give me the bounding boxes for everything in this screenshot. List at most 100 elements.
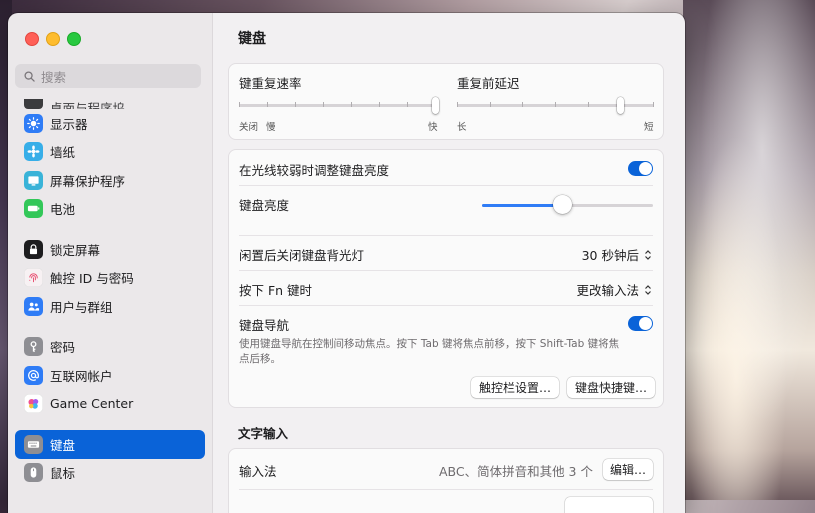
keyboard-nav-toggle[interactable] — [628, 316, 653, 331]
fn-key-value: 更改输入法 — [576, 283, 639, 298]
sidebar-item-display[interactable]: 显示器 — [15, 109, 205, 138]
sidebar-item-game-center[interactable]: Game Center — [15, 390, 205, 419]
sidebar-item-label: 墙纸 — [50, 145, 76, 161]
slider-tick — [351, 102, 352, 107]
wallpaper-icon — [24, 142, 43, 162]
sidebar-list: 桌面与程序坞 显示器 墙纸 屏幕保护程序 电池 锁定屏幕 触控 ID 与密码 用… — [15, 99, 205, 487]
input-method-edit-button[interactable]: 编辑… — [603, 459, 653, 480]
zoom-button[interactable] — [67, 32, 81, 46]
sidebar-item-label: 密码 — [50, 340, 76, 356]
repeat-fast-label: 快 — [428, 122, 438, 133]
slider-tick — [555, 102, 556, 107]
text-input-card: 输入法 ABC、简体拼音和其他 3 个 编辑… — [228, 448, 664, 513]
sidebar-item-internet-accounts[interactable]: 互联网帐户 — [15, 361, 205, 390]
fn-key-label: 按下 Fn 键时 — [239, 283, 313, 298]
delay-slider[interactable] — [457, 97, 654, 117]
sidebar-item-mouse[interactable]: 鼠标 — [15, 459, 205, 488]
delay-label: 重复前延迟 — [457, 76, 520, 91]
partial-button[interactable] — [565, 497, 653, 513]
divider — [239, 489, 653, 490]
sidebar: 搜索 桌面与程序坞 显示器 墙纸 屏幕保护程序 电池 锁定屏幕 触控 ID 与密… — [8, 13, 213, 513]
sidebar-item-desktop-dock[interactable]: 桌面与程序坞 — [15, 99, 205, 109]
repeat-rate-knob[interactable] — [432, 97, 439, 114]
page-title: 键盘 — [238, 31, 266, 47]
sidebar-item-battery[interactable]: 电池 — [15, 195, 205, 224]
lock-icon — [24, 239, 43, 259]
backlight-off-popup[interactable]: 30 秒钟后 — [582, 245, 652, 264]
battery-icon — [24, 199, 43, 219]
keyboard-nav-label: 键盘导航 — [239, 318, 290, 333]
keyboard-shortcuts-label: 键盘快捷键… — [574, 381, 647, 395]
divider — [239, 235, 653, 236]
input-method-row: 输入法 ABC、简体拼音和其他 3 个 编辑… — [239, 459, 653, 481]
slider-tick — [489, 102, 491, 107]
slider-tick — [653, 102, 654, 107]
divider — [239, 185, 653, 186]
repeat-rate-slider[interactable] — [239, 97, 439, 117]
auto-brightness-label: 在光线较弱时调整键盘亮度 — [239, 163, 390, 178]
at-icon — [24, 365, 43, 385]
sidebar-item-label: 屏幕保护程序 — [50, 173, 126, 189]
input-method-label: 输入法 — [239, 464, 277, 479]
slider-tick — [267, 102, 268, 107]
sidebar-item-label: 触控 ID 与密码 — [50, 271, 134, 287]
sidebar-item-label: Game Center — [50, 396, 134, 412]
key-icon — [24, 337, 43, 357]
brightness-fill — [482, 204, 563, 207]
sidebar-item-label: 互联网帐户 — [50, 368, 113, 384]
brightness-slider[interactable] — [482, 195, 653, 215]
sidebar-item-keyboard[interactable]: 键盘 — [15, 430, 205, 459]
game-center-icon — [24, 394, 43, 414]
slider-tick — [587, 102, 589, 107]
fingerprint-icon — [24, 268, 43, 288]
sidebar-item-label: 键盘 — [50, 437, 76, 453]
main-pane: 键盘 键重复速率 重复前延迟 关闭 慢 快 长 短 在光线较弱时调整键盘亮度 键… — [213, 13, 685, 513]
updown-chevron-icon — [645, 284, 651, 295]
sidebar-item-wallpaper[interactable]: 墙纸 — [15, 138, 205, 167]
touch-bar-settings-button[interactable]: 触控栏设置… — [471, 377, 559, 398]
touch-bar-settings-label: 触控栏设置… — [478, 381, 551, 395]
sidebar-item-label: 显示器 — [50, 116, 88, 132]
repeat-off-label: 关闭 — [239, 122, 259, 133]
input-method-value: ABC、简体拼音和其他 3 个 — [438, 464, 593, 479]
sidebar-item-label: 电池 — [50, 202, 76, 218]
sidebar-item-passwords[interactable]: 密码 — [15, 333, 205, 362]
display-icon — [24, 113, 43, 133]
brightness-knob[interactable] — [553, 195, 573, 214]
divider — [239, 270, 653, 271]
auto-brightness-toggle[interactable] — [628, 161, 653, 176]
settings-window: 搜索 桌面与程序坞 显示器 墙纸 屏幕保护程序 电池 锁定屏幕 触控 ID 与密… — [8, 13, 685, 513]
keyboard-nav-description: 使用键盘导航在控制间移动焦点。按下 Tab 键将焦点前移，按下 Shift-Ta… — [239, 338, 620, 365]
slider-tick — [457, 102, 458, 107]
sidebar-item-label: 鼠标 — [50, 466, 76, 482]
keyboard-nav-row: 键盘导航 使用键盘导航在控制间移动焦点。按下 Tab 键将焦点前移，按下 Shi… — [239, 315, 653, 365]
keyboard-settings-card: 在光线较弱时调整键盘亮度 键盘亮度 闲置后关闭键盘背光灯 30 秒钟后 按下 F… — [228, 149, 664, 408]
sidebar-item-touch-id[interactable]: 触控 ID 与密码 — [15, 264, 205, 293]
key-repeat-card: 键重复速率 重复前延迟 关闭 慢 快 长 短 — [228, 63, 664, 140]
minimize-button[interactable] — [46, 32, 60, 46]
backlight-off-value: 30 秒钟后 — [581, 248, 639, 263]
slider-tick — [239, 102, 240, 107]
fn-key-popup[interactable]: 更改输入法 — [576, 280, 652, 299]
delay-long-label: 长 — [457, 122, 467, 133]
users-icon — [24, 296, 43, 316]
delay-knob[interactable] — [617, 97, 625, 114]
backlight-off-row: 闲置后关闭键盘背光灯 30 秒钟后 — [239, 245, 653, 263]
slider-tick — [323, 102, 324, 107]
sidebar-item-screensaver[interactable]: 屏幕保护程序 — [15, 166, 205, 195]
sidebar-item-lock-screen[interactable]: 锁定屏幕 — [15, 235, 205, 264]
mouse-icon — [24, 463, 43, 483]
sidebar-item-users[interactable]: 用户与群组 — [15, 292, 205, 321]
keyboard-shortcuts-button[interactable]: 键盘快捷键… — [567, 377, 655, 398]
window-controls — [25, 32, 81, 46]
search-input[interactable]: 搜索 — [15, 64, 201, 88]
search-icon — [24, 70, 35, 82]
slider-tick — [295, 102, 296, 107]
desktop-wallpaper-right — [683, 0, 815, 500]
screensaver-icon — [24, 170, 43, 190]
close-button[interactable] — [25, 32, 39, 46]
delay-short-label: 短 — [644, 122, 654, 133]
